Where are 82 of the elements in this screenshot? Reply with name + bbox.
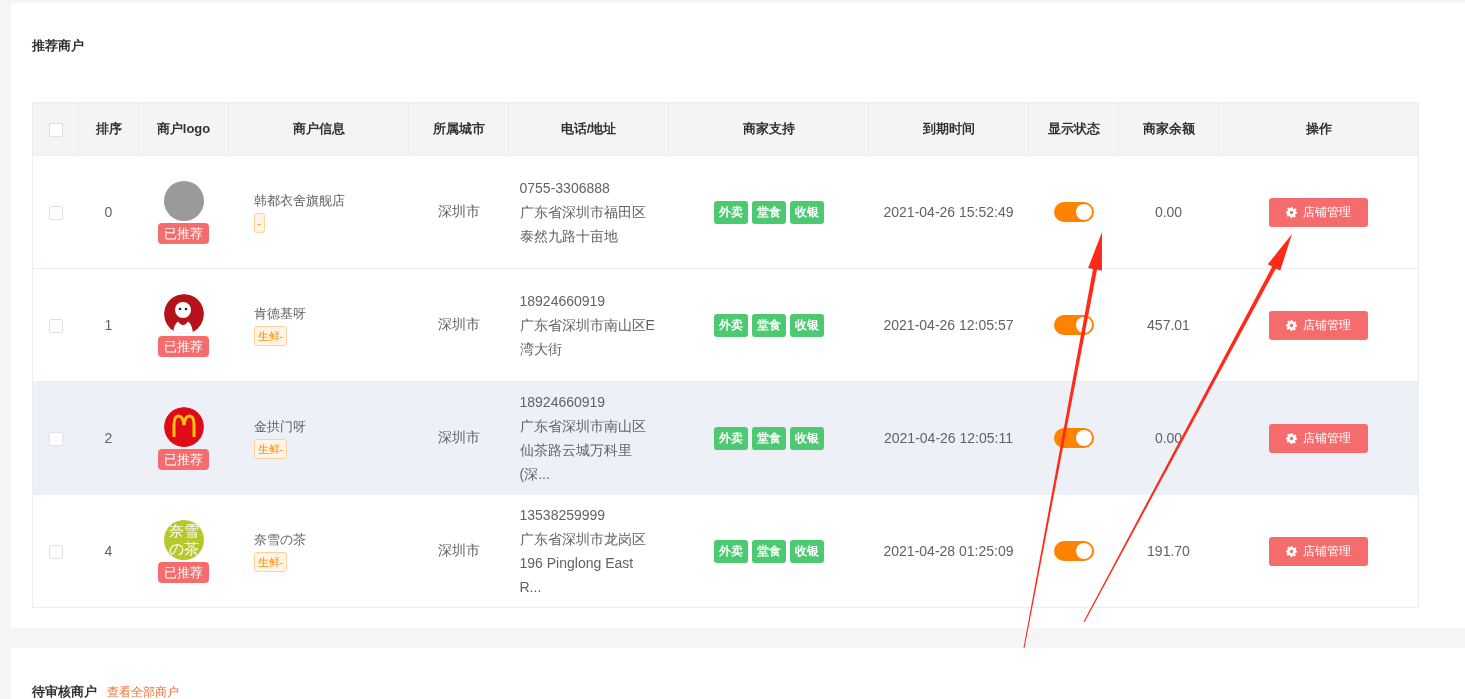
table-cell: 191.70 xyxy=(1147,543,1190,559)
address-text: 广东省深圳市南山区仙茶路云城万科里(深... xyxy=(519,417,647,484)
support-tag: 外卖 xyxy=(713,539,748,563)
section-title: 推荐商户 xyxy=(32,37,85,55)
table-cell: 深圳市 xyxy=(437,316,480,332)
column-header: 商家支持 xyxy=(668,102,869,156)
table-cell: 2021-04-26 15:52:49 xyxy=(883,204,1014,220)
address-text: 广东省深圳市龙岗区196 Pinglong East R... xyxy=(519,530,647,597)
support-tag: 堂食 xyxy=(751,426,786,450)
row-checkbox[interactable] xyxy=(48,432,63,447)
support-tag: 堂食 xyxy=(751,313,786,337)
table-cell: 0.00 xyxy=(1154,204,1183,220)
settings-icon xyxy=(1285,319,1297,331)
select-all-checkbox[interactable] xyxy=(48,122,63,137)
support-tag: 收银 xyxy=(789,200,824,224)
recommended-badge: 已推荐 xyxy=(158,448,209,470)
display-toggle[interactable] xyxy=(1053,315,1094,335)
table-cell: 深圳市 xyxy=(437,542,480,558)
address-text: 广东省深圳市福田区泰然九路十亩地 xyxy=(519,203,647,246)
view-all-link[interactable]: 查看全部商户 xyxy=(107,684,179,699)
table-cell: 457.01 xyxy=(1147,317,1190,333)
phone-number: 13538259999 xyxy=(519,506,607,525)
display-toggle[interactable] xyxy=(1053,202,1094,222)
settings-icon xyxy=(1285,432,1297,444)
photo-placeholder xyxy=(163,180,204,221)
column-header: 所属城市 xyxy=(408,102,509,156)
table-cell: 2021-04-26 12:05:11 xyxy=(884,430,1013,446)
support-tag: 外卖 xyxy=(713,313,748,337)
settings-icon xyxy=(1285,545,1297,557)
phone-number: 18924660919 xyxy=(519,292,607,311)
arches-logo-icon xyxy=(163,406,204,447)
store-manage-button[interactable]: 店铺管理 xyxy=(1268,310,1368,340)
table-cell: 深圳市 xyxy=(437,203,480,219)
table-cell: 0.00 xyxy=(1154,430,1183,446)
merchant-name: 韩都衣舍旗舰店 xyxy=(253,191,346,210)
phone-number: 0755-3306888 xyxy=(519,179,611,198)
category-tag: - xyxy=(253,212,266,233)
column-header: 电话/地址 xyxy=(508,102,669,156)
support-tag: 收银 xyxy=(789,539,824,563)
table-cell: 2 xyxy=(104,430,113,446)
column-header: 商户信息 xyxy=(228,102,409,156)
store-manage-button[interactable]: 店铺管理 xyxy=(1268,536,1368,566)
table-cell: 0 xyxy=(104,204,113,220)
column-header: 到期时间 xyxy=(868,102,1029,156)
recommended-badge: 已推荐 xyxy=(158,561,209,583)
section-title: 待审核商户 xyxy=(32,683,97,699)
support-tag: 外卖 xyxy=(713,426,748,450)
display-toggle[interactable] xyxy=(1053,541,1094,561)
phone-number: 18924660919 xyxy=(519,393,607,412)
support-tag: 堂食 xyxy=(751,539,786,563)
row-checkbox[interactable] xyxy=(48,319,63,334)
mascot-logo-icon xyxy=(163,293,204,334)
store-manage-button[interactable]: 店铺管理 xyxy=(1268,423,1368,453)
support-tag: 收银 xyxy=(789,426,824,450)
recommended-badge: 已推荐 xyxy=(158,335,209,357)
table-cell: 深圳市 xyxy=(437,429,480,445)
table-cell: 2021-04-28 01:25:09 xyxy=(883,543,1014,559)
support-tag: 堂食 xyxy=(751,200,786,224)
column-header: 商户logo xyxy=(138,102,229,156)
merchant-name: 肯德基呀 xyxy=(253,304,307,323)
row-checkbox[interactable] xyxy=(48,206,63,221)
column-header: 操作 xyxy=(1218,102,1419,156)
table-cell: 1 xyxy=(104,317,113,333)
brand-logo: 奈雪の茶 xyxy=(163,519,204,560)
column-header: 商家余额 xyxy=(1118,102,1219,156)
address-text: 广东省深圳市南山区E湾大街 xyxy=(519,316,656,359)
row-checkbox[interactable] xyxy=(48,545,63,560)
store-manage-button[interactable]: 店铺管理 xyxy=(1268,197,1368,227)
category-tag: 生鲜- xyxy=(253,438,288,459)
settings-icon xyxy=(1285,206,1297,218)
merchant-name: 金拱门呀 xyxy=(253,417,307,436)
column-header: 显示状态 xyxy=(1028,102,1119,156)
category-tag: 生鲜- xyxy=(253,325,288,346)
merchant-name: 奈雪の茶 xyxy=(253,530,307,549)
category-tag: 生鲜- xyxy=(253,551,288,572)
table-cell: 2021-04-26 12:05:57 xyxy=(883,317,1014,333)
column-header: 排序 xyxy=(78,102,139,156)
display-toggle[interactable] xyxy=(1053,428,1094,448)
support-tag: 收银 xyxy=(789,313,824,337)
support-tag: 外卖 xyxy=(713,200,748,224)
table-cell: 4 xyxy=(104,543,113,559)
recommended-badge: 已推荐 xyxy=(158,222,209,244)
